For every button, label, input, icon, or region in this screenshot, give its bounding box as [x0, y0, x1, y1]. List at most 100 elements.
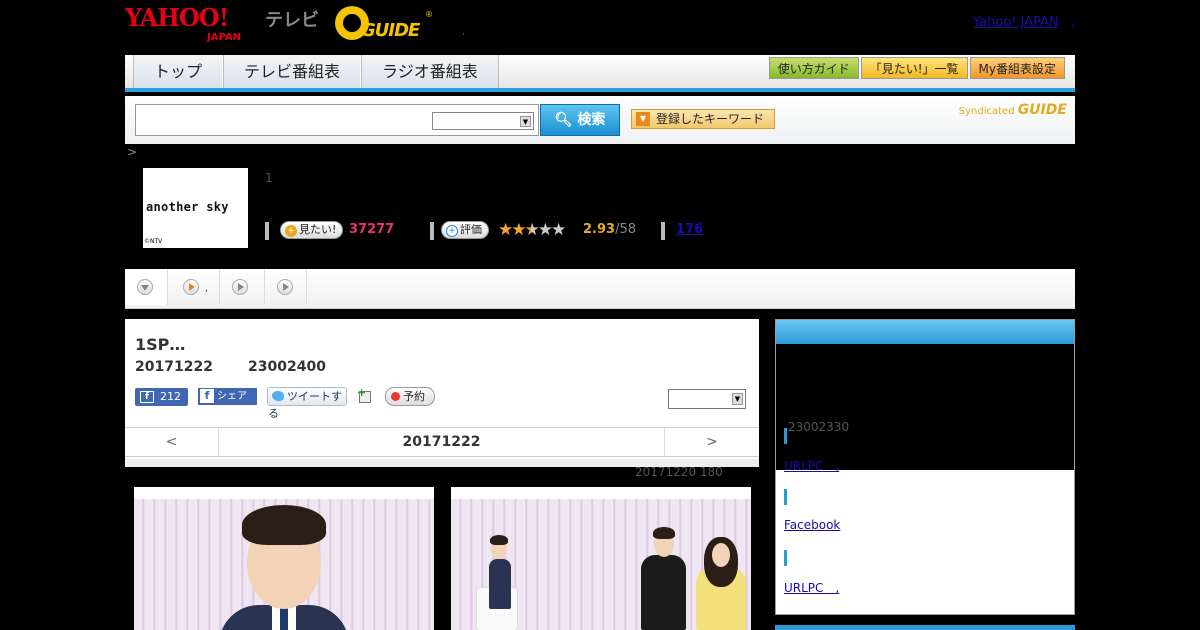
dropdown-triangle-icon: ▼	[636, 112, 650, 126]
syndicated-logo-text: GUIDE	[1017, 102, 1067, 118]
divider	[430, 222, 434, 240]
yahoo-japan-logo[interactable]: YAHOO! JAPAN	[125, 6, 241, 44]
sidebar-link-url-pc[interactable]: URLPC ,	[784, 457, 839, 474]
episode-title: 1SP…	[135, 335, 186, 354]
day-navigation: < 20171222 >	[125, 427, 759, 457]
next-day-button[interactable]: >	[664, 428, 759, 456]
gguide-reg-mark: ®	[425, 10, 433, 19]
sidebar-link-facebook[interactable]: Facebook	[784, 518, 840, 532]
tab-episodes[interactable]	[125, 269, 168, 305]
syndicated-label: Syndicated	[958, 106, 1015, 117]
search-button-label: 検索	[577, 112, 606, 128]
saved-keywords-label: 登録したキーワード	[656, 112, 765, 126]
star-half-icon: ★	[524, 220, 540, 240]
rating-count: /58	[615, 222, 636, 237]
facebook-share-label: シェア	[217, 391, 247, 402]
nav-tab-top[interactable]: トップ	[133, 55, 224, 88]
episode-panel: 1SP… 20171222 23002400 f 212 f シェア ツイートする …	[125, 319, 759, 467]
episode-meta: 20171220 180	[635, 465, 723, 479]
my-schedule-settings-button[interactable]: My番組表設定	[969, 57, 1065, 79]
episode-select[interactable]: ▼	[668, 389, 746, 409]
current-day: 20171222	[402, 434, 481, 450]
nav-tab-radio-schedule[interactable]: ラジオ番組表	[361, 55, 499, 88]
page: YAHOO! JAPAN テレビ GUIDE ® , Yahoo! JAPAN …	[0, 0, 1200, 630]
rate-button[interactable]: + 評価	[441, 221, 489, 239]
episode-time: 23002400	[248, 359, 326, 375]
tab-video-1[interactable]	[168, 269, 220, 305]
guest-1-hair	[653, 527, 675, 539]
divider	[265, 222, 269, 240]
yahoo-logo-sub: JAPAN	[207, 32, 241, 43]
episode-tabs	[125, 269, 1075, 309]
sidebar-header	[776, 320, 1074, 344]
mitai-button[interactable]: + 見たい!	[280, 221, 344, 239]
play-icon	[183, 279, 199, 295]
play-icon	[277, 279, 293, 295]
program-thumbnail-copyright: ©NTV	[144, 238, 163, 245]
tab-video-2[interactable]	[220, 269, 265, 305]
facebook-share-button[interactable]: f シェア	[198, 388, 257, 405]
mitai-button-label: 見たい!	[299, 223, 337, 236]
search-category-select[interactable]: ▼	[432, 112, 534, 130]
guest-2-face	[712, 543, 730, 567]
sidebar-panel: 23002330 URLPC , Facebook URLPC ,	[775, 319, 1075, 615]
header-separator: ,	[462, 26, 466, 37]
mitai-count: 37277	[349, 222, 395, 237]
episode-photo-1[interactable]	[134, 487, 434, 630]
star-filled-icon: ★	[498, 220, 513, 240]
breadcrumb: >	[127, 145, 138, 159]
tab-video-3[interactable]	[265, 269, 307, 305]
nav-tabs: トップ テレビ番組表 ラジオ番組表	[133, 55, 499, 88]
sidebar-time: 23002330	[788, 420, 850, 434]
sidebar-info-block: 23002330	[776, 344, 1074, 470]
program-number: 1	[265, 171, 273, 185]
saved-keywords-button[interactable]: ▼ 登録したキーワード	[631, 109, 775, 129]
facebook-icon: f	[200, 389, 214, 403]
play-icon	[232, 279, 248, 295]
usage-guide-button[interactable]: 使い方ガイド	[768, 57, 859, 79]
rating-score: 2.93	[583, 222, 616, 237]
episode-photo-2[interactable]	[451, 487, 751, 630]
reserve-label: 予約	[403, 390, 425, 403]
sidebar-section-marker	[784, 550, 787, 566]
yahoo-japan-link[interactable]: Yahoo! JAPAN	[973, 15, 1059, 30]
program-thumbnail-title: another sky	[146, 200, 229, 214]
rate-button-label: 評価	[460, 223, 482, 236]
previous-day-button[interactable]: <	[125, 428, 219, 456]
facebook-like-button[interactable]: f 212	[135, 388, 188, 406]
host-hair	[490, 535, 508, 545]
search-area: ▼ 🔍︎ 検索 ▼ 登録したキーワード Syndicated GUIDE	[125, 96, 1075, 144]
sidebar-next-section-header	[775, 625, 1075, 630]
search-icon: 🔍︎	[554, 112, 573, 128]
mitai-list-button[interactable]: 「見たい!」一覧	[860, 57, 968, 79]
gguide-logo[interactable]: GUIDE ®	[335, 6, 435, 41]
host-suit	[489, 559, 511, 609]
nav-tab-tv-schedule[interactable]: テレビ番組表	[223, 55, 362, 88]
add-calendar-icon[interactable]: +	[357, 386, 373, 404]
plus-icon: +	[357, 386, 367, 399]
nav-buttons: 使い方ガイド 「見たい!」一覧 My番組表設定	[768, 57, 1065, 79]
chevron-down-icon: ▼	[732, 393, 743, 405]
star-empty-icon: ★	[537, 220, 553, 240]
record-icon	[391, 392, 400, 401]
star-empty-icon: ★	[551, 220, 566, 240]
comment-count-link[interactable]: 176	[676, 222, 703, 237]
reserve-button[interactable]: 予約	[385, 387, 435, 406]
sidebar-link-url-pc-2[interactable]: URLPC ,	[784, 579, 839, 596]
sidebar-section-marker	[784, 489, 787, 505]
plus-icon: +	[285, 225, 297, 237]
tweet-button[interactable]: ツイートする	[267, 387, 347, 420]
rating-value: 2.93/58	[583, 222, 636, 237]
divider	[661, 222, 665, 240]
star-filled-icon: ★	[511, 220, 526, 240]
twitter-bird-icon	[272, 391, 284, 401]
search-button[interactable]: 🔍︎ 検索	[540, 104, 620, 136]
program-thumbnail[interactable]: another sky ©NTV	[143, 168, 248, 248]
tv-logo[interactable]: テレビ	[265, 6, 319, 32]
chevron-down-icon	[137, 279, 153, 295]
chevron-down-icon: ▼	[520, 116, 531, 127]
rating-stars: ★★★★★	[498, 220, 566, 240]
episode-date: 20171222	[135, 359, 213, 375]
host-tie	[280, 607, 288, 630]
facebook-like-count: 212	[160, 390, 181, 403]
